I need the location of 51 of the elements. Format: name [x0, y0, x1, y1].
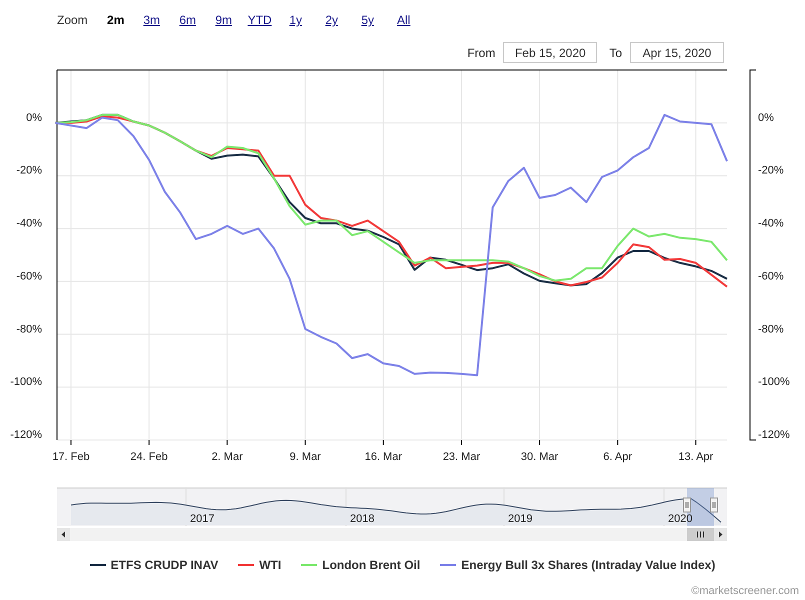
y-axis-label: -20%: [16, 164, 42, 177]
scroll-right-button[interactable]: [714, 528, 727, 541]
zoom-range-link[interactable]: 9m: [210, 13, 237, 27]
navigator-year-label: 2020: [668, 513, 692, 525]
x-axis-label: 13. Apr: [678, 451, 714, 463]
to-label: To: [609, 46, 622, 60]
zoom-label: Zoom: [57, 13, 88, 27]
zoom-range-link[interactable]: 6m: [174, 13, 201, 27]
y-axis-label: -80%: [758, 323, 784, 336]
legend-item[interactable]: London Brent Oil: [301, 558, 420, 572]
legend-item[interactable]: ETFS CRUDP INAV: [90, 558, 218, 572]
x-axis-label: 17. Feb: [52, 451, 90, 463]
y-axis-label: -120%: [758, 429, 790, 441]
navigator-handle[interactable]: [710, 498, 718, 512]
y-axis-label: -80%: [16, 323, 42, 336]
navigator-year-label: 2017: [190, 513, 214, 525]
to-date-field[interactable]: Apr 15, 2020: [630, 42, 724, 63]
zoom-range-link[interactable]: YTD: [246, 13, 273, 27]
legend-item[interactable]: Energy Bull 3x Shares (Intraday Value Index): [440, 558, 716, 572]
y-axis-label: -40%: [16, 218, 42, 230]
credit-text: ©marketscreener.com: [691, 585, 799, 597]
x-axis-label: 23. Mar: [442, 451, 480, 463]
scroll-left-button[interactable]: [57, 528, 70, 541]
x-axis-label: 2. Mar: [212, 451, 243, 463]
from-date-field[interactable]: Feb 15, 2020: [503, 42, 598, 63]
y-axis-label: -60%: [16, 270, 42, 282]
legend-item[interactable]: WTI: [238, 558, 282, 572]
x-axis-label: 30. Mar: [520, 451, 558, 463]
x-axis-label: 9. Mar: [290, 451, 321, 463]
zoom-range-link[interactable]: 3m: [138, 13, 165, 27]
x-axis-label: 24. Feb: [130, 451, 168, 463]
x-axis-label: 6. Apr: [603, 451, 632, 463]
zoom-range-link[interactable]: All: [390, 13, 417, 27]
navigator-year-label: 2019: [508, 513, 532, 525]
x-axis-label: 16. Mar: [364, 451, 402, 463]
zoom-range-link[interactable]: 5y: [354, 13, 381, 27]
navigator-handle[interactable]: [683, 498, 691, 512]
y-axis-label: -20%: [758, 164, 784, 177]
from-label: From: [467, 46, 496, 60]
y-axis-label: -40%: [758, 218, 784, 230]
y-axis-label: -100%: [758, 376, 790, 388]
zoom-range-link[interactable]: 1y: [282, 13, 309, 27]
zoom-range-link[interactable]: 2y: [318, 13, 345, 27]
y-axis-label: -120%: [10, 429, 42, 441]
zoom-range-link[interactable]: 2m: [102, 13, 129, 27]
y-axis-label: 0%: [26, 112, 42, 124]
scrollbar-thumb[interactable]: [687, 528, 714, 541]
y-axis-label: -100%: [10, 376, 42, 388]
navigator-year-label: 2018: [350, 513, 374, 525]
y-axis-label: 0%: [758, 112, 774, 124]
y-axis-label: -60%: [758, 270, 784, 282]
